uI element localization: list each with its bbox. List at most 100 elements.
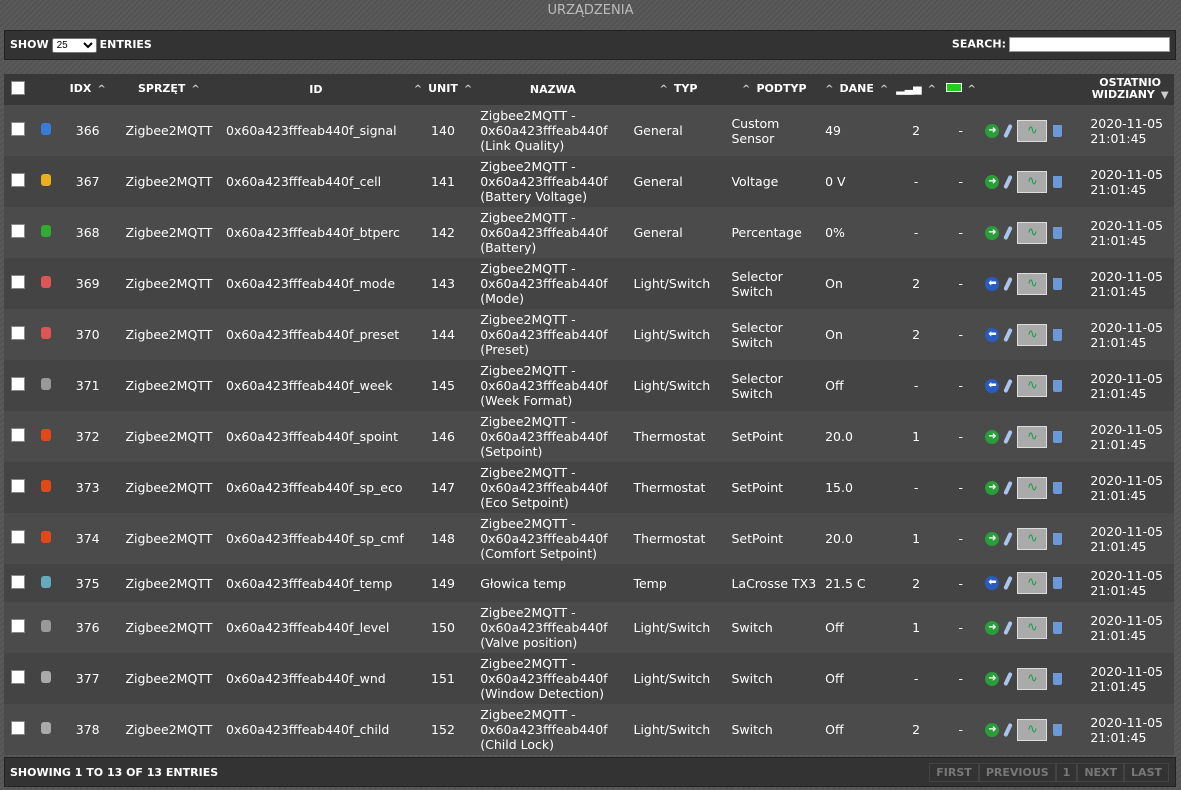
col-id[interactable]: ID <box>222 74 410 105</box>
generic-icon <box>41 378 52 390</box>
row-checkbox[interactable] <box>11 275 26 289</box>
col-typ[interactable]: ^ TYP <box>629 74 728 105</box>
data-value: Off <box>825 378 844 393</box>
edit-icon[interactable] <box>1003 327 1014 342</box>
edit-icon[interactable] <box>1003 671 1014 686</box>
table-row: 375 Zigbee2MQTT 0x60a423fffeab440f_temp … <box>4 564 1174 602</box>
select-all-checkbox[interactable] <box>11 81 26 95</box>
delete-icon[interactable] <box>1053 532 1063 545</box>
type: General <box>633 123 683 138</box>
add-arrow-icon[interactable]: ➜ <box>985 480 1000 495</box>
last-seen: 2020-11-05 21:01:45 <box>1090 166 1163 197</box>
page-size-select[interactable]: 25 <box>51 38 97 53</box>
last-button[interactable]: LAST <box>1124 763 1169 782</box>
first-button[interactable]: FIRST <box>929 763 979 782</box>
log-icon[interactable]: ∿ <box>1017 476 1048 499</box>
add-arrow-icon[interactable]: ➜ <box>985 620 1000 635</box>
delete-icon[interactable] <box>1053 723 1063 736</box>
row-checkbox[interactable] <box>11 326 26 340</box>
edit-icon[interactable] <box>1003 531 1014 546</box>
add-arrow-icon[interactable]: ➜ <box>985 174 1000 189</box>
next-button[interactable]: NEXT <box>1077 763 1125 782</box>
col-podtyp[interactable]: ^ PODTYP <box>727 74 822 105</box>
page-1-button[interactable]: 1 <box>1055 763 1078 782</box>
row-checkbox[interactable] <box>11 479 26 493</box>
delete-icon[interactable] <box>1053 577 1063 589</box>
col-last-seen[interactable]: OSTATNIO WIDZIANY ▼ <box>1086 74 1174 105</box>
log-icon[interactable]: ∿ <box>1017 616 1048 639</box>
row-checkbox[interactable] <box>11 173 26 187</box>
battery-icon <box>41 225 52 237</box>
col-nazwa[interactable]: NAZWA <box>476 74 630 105</box>
row-checkbox[interactable] <box>11 224 26 238</box>
delete-icon[interactable] <box>1053 175 1063 188</box>
search-input[interactable] <box>1009 37 1170 52</box>
flame-icon <box>41 480 52 492</box>
battery-level: - <box>958 722 963 737</box>
edit-icon[interactable] <box>1003 722 1014 737</box>
signal-level: 1 <box>912 620 921 635</box>
row-checkbox[interactable] <box>11 721 26 735</box>
edit-icon[interactable] <box>1003 378 1014 393</box>
delete-icon[interactable] <box>1053 124 1063 137</box>
log-icon[interactable]: ∿ <box>1017 572 1048 594</box>
edit-icon[interactable] <box>1003 620 1014 635</box>
edit-icon[interactable] <box>1003 174 1014 189</box>
log-icon[interactable]: ∿ <box>1017 119 1048 142</box>
signal-level: - <box>913 225 919 240</box>
row-checkbox[interactable] <box>11 670 26 684</box>
add-arrow-icon[interactable]: ➜ <box>985 722 1000 737</box>
col-idx[interactable]: IDX ^ <box>59 74 116 105</box>
log-icon[interactable]: ∿ <box>1017 170 1048 193</box>
log-icon[interactable]: ∿ <box>1017 718 1048 741</box>
delete-icon[interactable] <box>1053 379 1063 392</box>
delete-icon[interactable] <box>1053 226 1063 239</box>
idx: 366 <box>75 123 100 138</box>
delete-icon[interactable] <box>1053 672 1063 685</box>
table-row: 377 Zigbee2MQTT 0x60a423fffeab440f_wnd 1… <box>4 653 1174 704</box>
add-arrow-icon[interactable]: ➜ <box>985 671 1000 686</box>
log-icon[interactable]: ∿ <box>1017 527 1048 550</box>
log-icon[interactable]: ∿ <box>1017 374 1048 397</box>
switch-icon <box>41 671 52 683</box>
previous-button[interactable]: PREVIOUS <box>978 763 1056 782</box>
row-checkbox[interactable] <box>11 619 26 633</box>
col-sprzet[interactable]: SPRZĘT ^ <box>115 74 223 105</box>
col-unit[interactable]: ^ UNIT ^ <box>409 74 477 105</box>
type: General <box>633 174 683 189</box>
edit-icon[interactable] <box>1003 276 1014 291</box>
log-icon[interactable]: ∿ <box>1017 425 1048 448</box>
remove-arrow-icon[interactable]: ⬅ <box>985 576 1000 590</box>
row-checkbox[interactable] <box>11 377 26 391</box>
delete-icon[interactable] <box>1053 277 1063 290</box>
log-icon[interactable]: ∿ <box>1017 323 1048 346</box>
row-checkbox[interactable] <box>11 428 26 442</box>
row-checkbox[interactable] <box>11 530 26 544</box>
remove-arrow-icon[interactable]: ⬅ <box>985 327 1000 342</box>
remove-arrow-icon[interactable]: ⬅ <box>985 276 1000 291</box>
row-checkbox[interactable] <box>11 574 26 589</box>
log-icon[interactable]: ∿ <box>1017 272 1048 295</box>
log-icon[interactable]: ∿ <box>1017 221 1048 244</box>
log-icon[interactable]: ∿ <box>1017 667 1048 690</box>
edit-icon[interactable] <box>1003 225 1014 240</box>
add-arrow-icon[interactable]: ➜ <box>985 123 1000 138</box>
delete-icon[interactable] <box>1053 430 1063 443</box>
table-row: 376 Zigbee2MQTT 0x60a423fffeab440f_level… <box>4 602 1174 653</box>
add-arrow-icon[interactable]: ➜ <box>985 429 1000 444</box>
col-battery[interactable]: ^ <box>940 74 982 105</box>
remove-arrow-icon[interactable]: ⬅ <box>985 378 1000 393</box>
type: Light/Switch <box>633 722 711 737</box>
add-arrow-icon[interactable]: ➜ <box>985 225 1000 240</box>
edit-icon[interactable] <box>1003 480 1014 495</box>
edit-icon[interactable] <box>1003 429 1014 444</box>
row-checkbox[interactable] <box>11 122 26 136</box>
col-dane[interactable]: ^ DANE ^ <box>821 74 893 105</box>
add-arrow-icon[interactable]: ➜ <box>985 531 1000 546</box>
edit-icon[interactable] <box>1003 575 1014 591</box>
delete-icon[interactable] <box>1053 621 1063 634</box>
col-signal[interactable]: ▂▃▅ ^ <box>892 74 941 105</box>
edit-icon[interactable] <box>1003 123 1014 138</box>
delete-icon[interactable] <box>1053 328 1063 341</box>
delete-icon[interactable] <box>1053 481 1063 494</box>
